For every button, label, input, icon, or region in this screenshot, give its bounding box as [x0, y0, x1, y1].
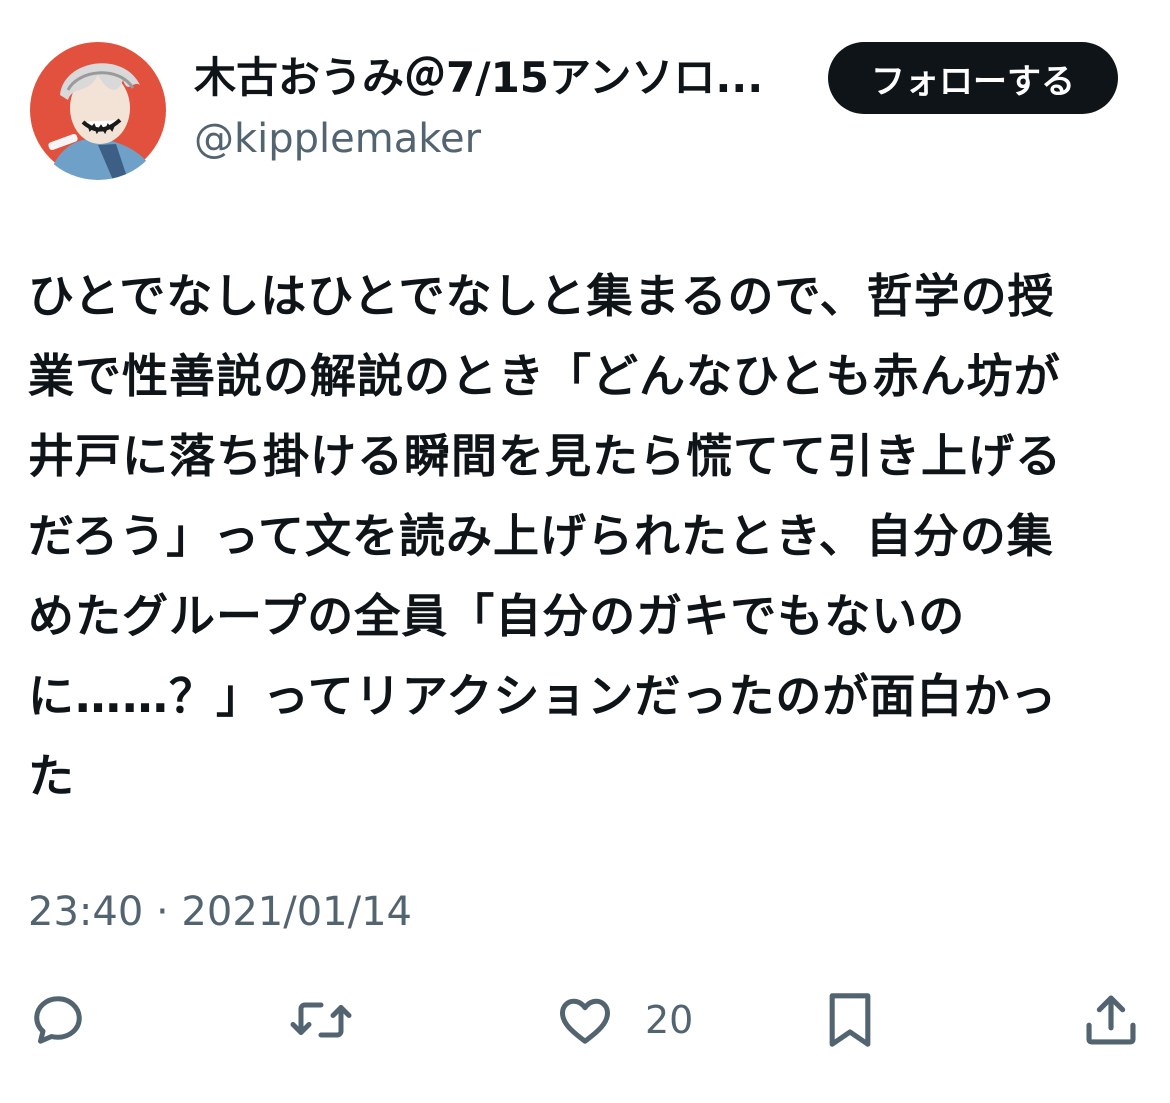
- reply-button[interactable]: [28, 980, 88, 1060]
- like-count: 20: [645, 998, 694, 1042]
- heart-icon: [560, 998, 610, 1044]
- follow-button[interactable]: フォローする: [828, 42, 1118, 114]
- author-display-name[interactable]: 木古おうみ＠7/15アンソロ...: [194, 48, 814, 108]
- action-bar: 20: [0, 980, 1170, 1060]
- reply-icon: [34, 996, 82, 1044]
- retweet-icon: [290, 1002, 352, 1038]
- bookmark-button[interactable]: [822, 980, 878, 1060]
- tweet-card: 木古おうみ＠7/15アンソロ... @kipplemaker フォローする ひと…: [0, 0, 1170, 1103]
- like-button[interactable]: 20: [555, 980, 693, 1060]
- share-button[interactable]: [1080, 980, 1142, 1060]
- avatar[interactable]: [28, 40, 168, 180]
- tweet-text: ひとでなしはひとでなしと集まるので、哲学の授 業で性善説の解説のとき「どんなひと…: [28, 256, 1143, 816]
- tweet-text-line: た: [28, 749, 75, 803]
- author-handle[interactable]: @kipplemaker: [194, 110, 481, 168]
- retweet-button[interactable]: [288, 980, 354, 1060]
- tweet-text-line: に……？」ってリアクションだったのが面白かっ: [28, 669, 1058, 723]
- tweet-timestamp[interactable]: 23:40 · 2021/01/14: [28, 882, 412, 942]
- tweet-text-line: 業で性善説の解説のとき「どんなひとも赤ん坊が: [28, 349, 1061, 403]
- tweet-text-line: 井戸に落ち掛ける瞬間を見たら慌てて引き上げる: [28, 429, 1062, 483]
- share-icon: [1086, 995, 1136, 1045]
- bookmark-icon: [829, 993, 871, 1047]
- tweet-text-line: ひとでなしはひとでなしと集まるので、哲学の授: [28, 269, 1055, 323]
- tweet-text-line: だろう」って文を読み上げられたとき、自分の集: [28, 509, 1054, 563]
- avatar-icon: [30, 42, 166, 180]
- tweet-text-line: めたグループの全員「自分のガキでもないの: [28, 589, 966, 643]
